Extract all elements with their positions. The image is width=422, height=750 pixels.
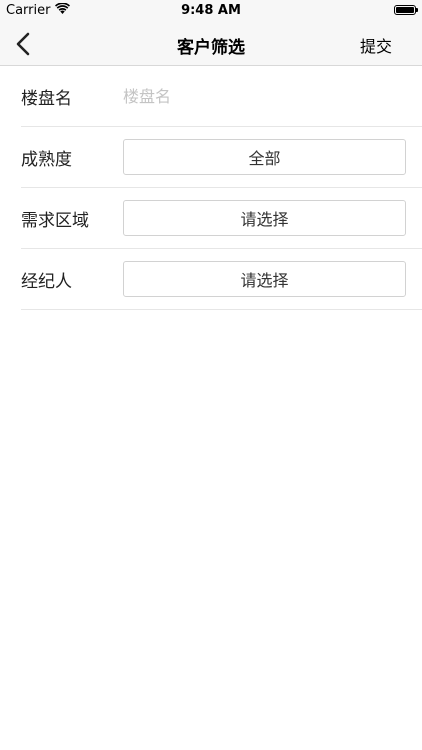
form-row-area: 需求区域 请选择 (21, 188, 422, 249)
maturity-label: 成熟度 (21, 149, 72, 170)
battery-level (396, 7, 414, 13)
status-bar: Carrier 9:48 AM (0, 0, 422, 22)
area-label: 需求区域 (21, 210, 89, 231)
navigation-bar: 客户筛选 提交 (0, 22, 422, 66)
form-row-maturity: 成熟度 全部 (21, 127, 422, 188)
page-title: 客户筛选 (177, 38, 245, 58)
form-row-building: 楼盘名 (21, 66, 422, 127)
building-label: 楼盘名 (21, 88, 72, 109)
form-row-agent: 经纪人 请选择 (21, 249, 422, 310)
agent-select[interactable]: 请选择 (123, 261, 406, 297)
status-time: 9:48 AM (181, 3, 241, 18)
submit-button[interactable]: 提交 (360, 33, 392, 57)
filter-form: 楼盘名 成熟度 全部 需求区域 请选择 经纪人 请选择 (0, 66, 422, 310)
building-name-input[interactable] (123, 86, 393, 106)
agent-label: 经纪人 (21, 271, 72, 292)
battery-icon (394, 5, 418, 15)
area-select[interactable]: 请选择 (123, 200, 406, 236)
maturity-select[interactable]: 全部 (123, 139, 406, 175)
